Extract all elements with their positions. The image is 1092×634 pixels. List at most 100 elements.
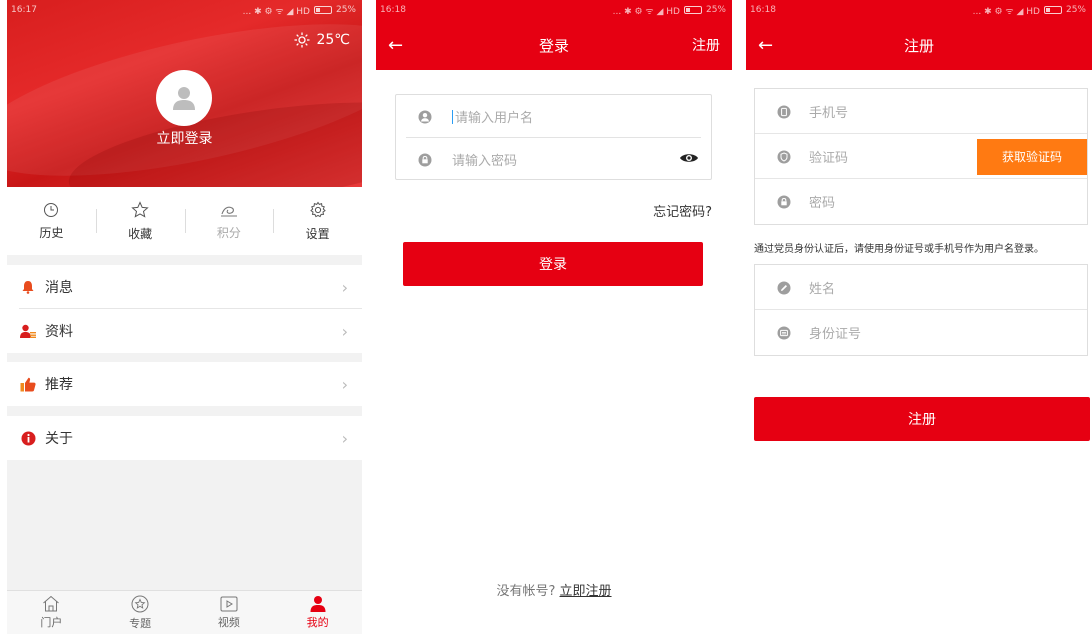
login-form: 请输入用户名 请输入密码: [395, 94, 712, 180]
menu-item-profile-info[interactable]: 资料 ›: [7, 309, 362, 353]
phone-icon: [777, 105, 791, 119]
shield-icon: [777, 150, 791, 164]
login-screen: 16:18 ... ✱ ⚙ ᯤ ◢ HD 25% ← 登录 注册 请输入用户名 …: [376, 0, 732, 634]
status-bar: 16:18 ... ✱ ⚙ ᯤ ◢ HD 25%: [746, 0, 1092, 20]
menu-item-label: 消息: [45, 280, 73, 296]
password-field[interactable]: 请输入密码: [396, 138, 711, 181]
quick-favorites[interactable]: 收藏: [95, 187, 185, 255]
code-placeholder: 验证码: [809, 151, 849, 166]
menu-group-1: 消息 › 资料 ›: [7, 265, 362, 353]
battery-icon: [683, 6, 702, 14]
eye-icon[interactable]: [679, 152, 699, 168]
nav-row: ← 注册: [746, 20, 1092, 70]
status-time: 16:18: [380, 5, 406, 15]
quick-history-label: 历史: [39, 225, 64, 240]
tab-video[interactable]: 视频: [185, 591, 274, 634]
register-password-field[interactable]: 密码: [755, 179, 1087, 224]
star-icon: [131, 200, 149, 218]
login-now-link[interactable]: 立即登录: [7, 128, 362, 148]
menu-item-label: 资料: [45, 324, 73, 340]
status-bar: 16:17 ... ✱ ⚙ ᯤ ◢ HD 25%: [7, 0, 362, 20]
bell-icon: [19, 278, 37, 296]
tab-portal[interactable]: 门户: [7, 591, 96, 634]
tab-label: 专题: [129, 616, 152, 630]
thumbs-up-icon: [19, 375, 37, 393]
chevron-right-icon: ›: [341, 374, 348, 394]
quick-points[interactable]: 积分: [184, 187, 274, 255]
register-form-2: 姓名 身份证号: [754, 264, 1088, 356]
menu-item-about[interactable]: 关于 ›: [7, 416, 362, 460]
status-icons: ... ✱ ⚙ ᯤ ◢ HD 25%: [973, 4, 1086, 17]
info-icon: [19, 429, 37, 447]
user-circle-icon: [418, 110, 432, 124]
status-indicators: ... ✱ ⚙ ᯤ ◢ HD: [612, 6, 680, 17]
register-screen: 16:18 ... ✱ ⚙ ᯤ ◢ HD 25% ← 注册 手机号 验证码 获取…: [746, 0, 1092, 634]
chevron-right-icon: ›: [341, 428, 348, 448]
status-indicators: ... ✱ ⚙ ᯤ ◢ HD: [242, 6, 310, 17]
get-code-button[interactable]: 获取验证码: [977, 138, 1087, 175]
id-card-icon: [777, 326, 791, 340]
text-cursor: [452, 109, 453, 124]
register-header: 16:18 ... ✱ ⚙ ᯤ ◢ HD 25% ← 注册: [746, 0, 1092, 70]
register-form-1: 手机号 验证码 获取验证码 密码: [754, 88, 1088, 225]
tab-topics[interactable]: 专题: [96, 591, 185, 634]
chevron-right-icon: ›: [341, 321, 348, 341]
login-button[interactable]: 登录: [403, 242, 703, 286]
username-placeholder: 请输入用户名: [455, 111, 534, 126]
points-icon: [220, 206, 237, 216]
page-title: 登录: [538, 36, 569, 55]
register-nav-link[interactable]: 注册: [692, 35, 720, 55]
page-title: 注册: [903, 36, 934, 55]
back-arrow-icon[interactable]: ←: [388, 35, 412, 56]
pencil-icon: [777, 281, 791, 295]
status-icons: ... ✱ ⚙ ᯤ ◢ HD 25%: [243, 4, 356, 17]
status-time: 16:17: [11, 5, 37, 15]
profile-header: 16:17 ... ✱ ⚙ ᯤ ◢ HD 25% 25℃ 立即登录: [7, 0, 362, 187]
register-button[interactable]: 注册: [754, 397, 1090, 441]
register-now-link[interactable]: 立即注册: [560, 584, 612, 599]
no-account-text: 没有帐号?: [496, 584, 556, 599]
battery-level: 25%: [705, 5, 726, 15]
username-field[interactable]: 请输入用户名: [396, 95, 711, 138]
phone-placeholder: 手机号: [809, 106, 849, 121]
home-icon: [43, 595, 60, 612]
lock-icon: [777, 195, 791, 209]
profile-screen: 16:17 ... ✱ ⚙ ᯤ ◢ HD 25% 25℃ 立即登录 历史 收藏 …: [7, 0, 362, 634]
play-icon: [220, 596, 238, 611]
sun-icon: [294, 32, 310, 48]
status-indicators: ... ✱ ⚙ ᯤ ◢ HD: [972, 6, 1040, 17]
menu-group-2: 推荐 ›: [7, 362, 362, 406]
menu-item-messages[interactable]: 消息 ›: [7, 265, 362, 309]
password-placeholder: 请输入密码: [452, 154, 518, 169]
back-arrow-icon[interactable]: ←: [758, 35, 782, 56]
tab-mine[interactable]: 我的: [273, 591, 362, 634]
gear-icon: [309, 201, 326, 217]
quick-history[interactable]: 历史: [7, 187, 96, 255]
id-number-field[interactable]: 身份证号: [755, 310, 1087, 355]
forgot-password-link[interactable]: 忘记密码?: [653, 201, 712, 220]
register-note: 通过党员身份认证后，请使用身份证号或手机号作为用户名登录。: [754, 244, 1044, 255]
login-header: 16:18 ... ✱ ⚙ ᯤ ◢ HD 25% ← 登录 注册: [376, 0, 732, 70]
phone-field[interactable]: 手机号: [755, 89, 1087, 134]
menu-group-3: 关于 ›: [7, 416, 362, 460]
battery-icon: [1043, 6, 1062, 14]
avatar[interactable]: [156, 70, 212, 126]
clock-icon: [44, 202, 59, 217]
tab-label: 视频: [217, 615, 240, 629]
tab-label: 门户: [40, 616, 63, 629]
register-password-placeholder: 密码: [809, 196, 836, 211]
verification-code-field[interactable]: 验证码 获取验证码: [755, 134, 1087, 179]
name-field[interactable]: 姓名: [755, 265, 1087, 310]
tab-label: 我的: [306, 616, 329, 629]
battery-level: 25%: [335, 5, 356, 15]
chevron-right-icon: ›: [341, 277, 348, 297]
status-bar: 16:18 ... ✱ ⚙ ᯤ ◢ HD 25%: [376, 0, 732, 20]
avatar-user-icon: [173, 87, 195, 110]
quick-actions: 历史 收藏 积分 设置: [7, 187, 362, 255]
quick-settings[interactable]: 设置: [273, 187, 362, 255]
menu-item-label: 推荐: [45, 377, 73, 393]
lock-icon: [418, 153, 432, 167]
bottom-tab-bar: 门户 专题 视频 我的: [7, 590, 362, 634]
menu-item-recommend[interactable]: 推荐 ›: [7, 362, 362, 406]
battery-icon: [313, 6, 332, 14]
